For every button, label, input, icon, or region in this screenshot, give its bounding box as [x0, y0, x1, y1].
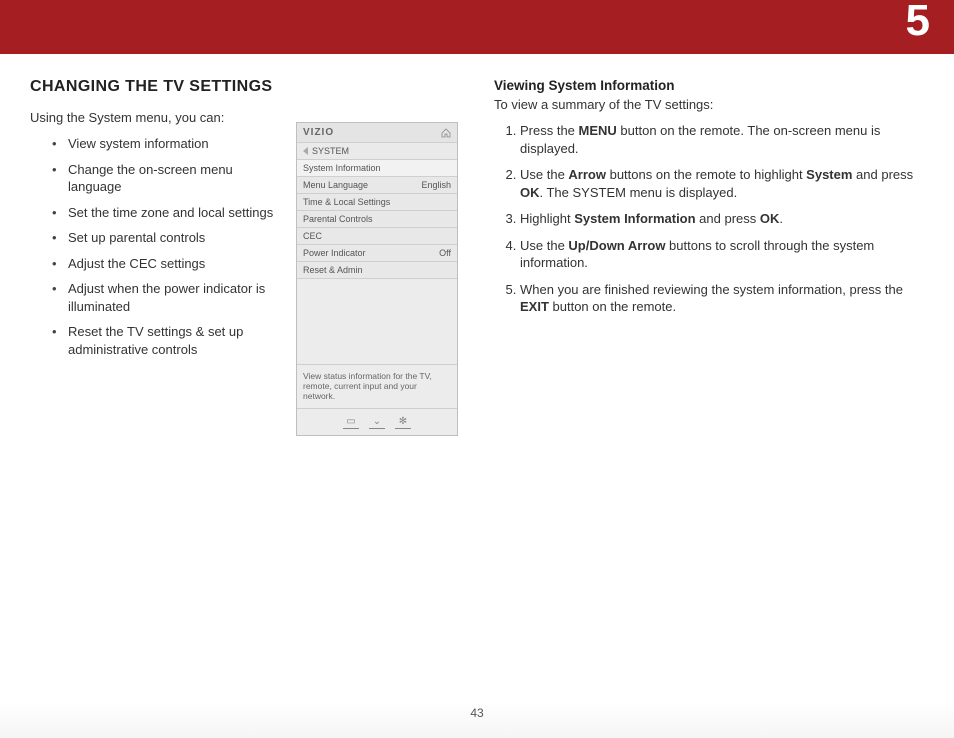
tv-menu-item: Parental Controls [297, 211, 457, 228]
chevron-down-icon: ⌄ [369, 417, 385, 429]
tv-menu-mock: VIZIO SYSTEM System Information Menu Lan… [296, 122, 458, 436]
step-item: When you are finished reviewing the syst… [520, 281, 924, 316]
step-item: Highlight System Information and press O… [520, 210, 924, 228]
page-footer: 43 [0, 702, 954, 738]
breadcrumb-label: SYSTEM [312, 146, 349, 156]
tv-menu-item: Menu Language English [297, 177, 457, 194]
tv-menu-item: CEC [297, 228, 457, 245]
steps-list: Press the MENU button on the remote. The… [494, 122, 924, 316]
page-number: 43 [470, 706, 483, 720]
tv-menu-header: VIZIO [297, 123, 457, 143]
tv-item-label: CEC [303, 231, 322, 241]
right-intro: To view a summary of the TV settings: [494, 97, 924, 112]
step-item: Press the MENU button on the remote. The… [520, 122, 924, 157]
home-icon [441, 128, 451, 138]
right-column: Viewing System Information To view a sum… [494, 78, 924, 366]
tv-item-label: Menu Language [303, 180, 368, 190]
feature-bullet-list: View system information Change the on-sc… [30, 135, 278, 358]
tv-menu-item: System Information [297, 160, 457, 177]
wide-icon: ▭ [343, 417, 359, 429]
chapter-number: 5 [906, 0, 930, 46]
tv-item-label: Parental Controls [303, 214, 373, 224]
list-item: Adjust the CEC settings [52, 255, 278, 273]
back-arrow-icon [303, 147, 308, 155]
tv-item-label: System Information [303, 163, 381, 173]
intro-text: Using the System menu, you can: [30, 110, 278, 125]
section-title: CHANGING THE TV SETTINGS [30, 78, 460, 96]
tv-item-value: English [421, 180, 451, 190]
tv-item-label: Time & Local Settings [303, 197, 390, 207]
list-item: Change the on-screen menu language [52, 161, 278, 196]
page-body: CHANGING THE TV SETTINGS Using the Syste… [0, 54, 954, 366]
step-item: Use the Up/Down Arrow buttons to scroll … [520, 237, 924, 272]
list-item: Adjust when the power indicator is illum… [52, 280, 278, 315]
tv-menu-help-text: View status information for the TV, remo… [297, 364, 457, 408]
list-item: Reset the TV settings & set up administr… [52, 323, 278, 358]
tv-menu-breadcrumb: SYSTEM [297, 143, 457, 160]
tv-menu-item: Time & Local Settings [297, 194, 457, 211]
tv-menu-footer: ▭ ⌄ ✻ [297, 408, 457, 435]
tv-menu-spacer [297, 279, 457, 364]
header-bar: 5 [0, 0, 954, 54]
gear-icon: ✻ [395, 417, 411, 429]
list-item: Set the time zone and local settings [52, 204, 278, 222]
step-item: Use the Arrow buttons on the remote to h… [520, 166, 924, 201]
tv-item-label: Reset & Admin [303, 265, 363, 275]
tv-menu-item: Power Indicator Off [297, 245, 457, 262]
list-item: View system information [52, 135, 278, 153]
left-column: CHANGING THE TV SETTINGS Using the Syste… [30, 78, 460, 366]
left-text-block: Using the System menu, you can: View sys… [30, 110, 278, 358]
tv-brand-logo: VIZIO [303, 127, 334, 138]
tv-item-label: Power Indicator [303, 248, 366, 258]
tv-menu-item: Reset & Admin [297, 262, 457, 279]
right-subheading: Viewing System Information [494, 78, 924, 93]
list-item: Set up parental controls [52, 229, 278, 247]
tv-item-value: Off [439, 248, 451, 258]
